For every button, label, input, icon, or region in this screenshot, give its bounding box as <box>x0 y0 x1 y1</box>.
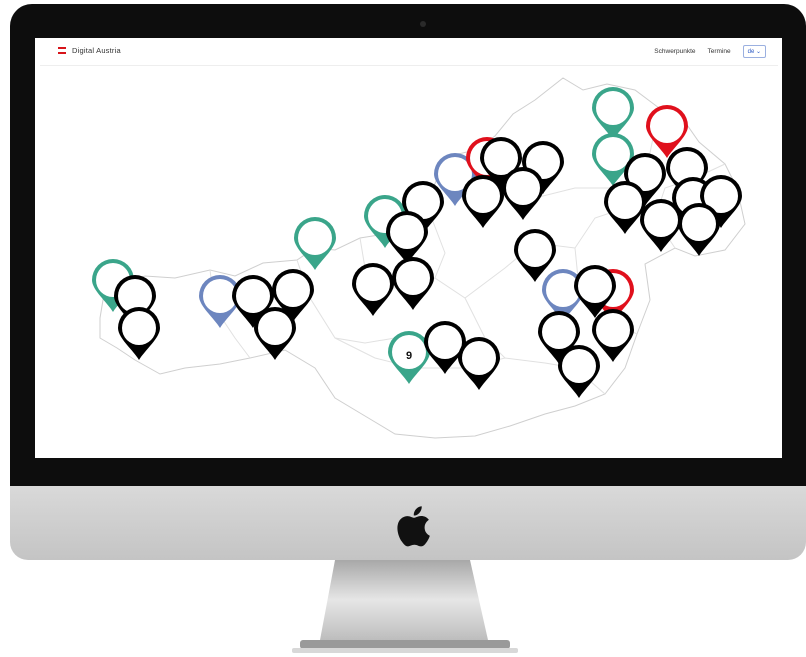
map-marker-center <box>506 171 540 205</box>
nav-links: Schwerpunkte Termine de ⌄ <box>654 45 766 58</box>
austria-map: 9 <box>92 77 746 439</box>
map-marker-center <box>562 349 596 383</box>
map-marker-center <box>390 215 424 249</box>
map-marker-center <box>298 221 332 255</box>
brand-name: Digital Austria <box>72 46 121 55</box>
map-marker-center <box>578 269 612 303</box>
map-marker-center <box>596 137 630 171</box>
map-marker-center <box>682 207 716 241</box>
map-marker-center <box>596 313 630 347</box>
site-navbar: Digital Austria Schwerpunkte Termine de … <box>40 41 778 66</box>
map-marker-center <box>396 261 430 295</box>
map-marker-center <box>462 341 496 375</box>
map-markers <box>92 87 742 398</box>
monitor-chin <box>10 486 806 560</box>
map-marker-center <box>518 233 552 267</box>
map-marker-center <box>596 91 630 125</box>
map-marker-center <box>466 179 500 213</box>
imac-frame: 9 Digital Austria Schwerpunkte Termine d… <box>0 0 806 657</box>
map-marker-center <box>650 109 684 143</box>
map-marker-center <box>276 273 310 307</box>
monitor-stand <box>292 560 518 653</box>
nav-link-termine[interactable]: Termine <box>708 48 731 55</box>
cluster-count: 9 <box>406 350 412 362</box>
map-marker-center <box>608 185 642 219</box>
map-marker-center <box>122 311 156 345</box>
austria-flag-icon <box>58 47 66 54</box>
apple-logo-icon <box>397 506 430 547</box>
nav-link-schwerpunkte[interactable]: Schwerpunkte <box>654 48 695 55</box>
map-marker-center <box>542 315 576 349</box>
map-marker-center <box>356 267 390 301</box>
map-marker-center <box>258 311 292 345</box>
brand-logo[interactable]: Digital Austria <box>58 46 121 55</box>
language-select[interactable]: de ⌄ <box>742 45 766 58</box>
camera-icon <box>420 21 426 27</box>
map-marker-center <box>428 325 462 359</box>
map-marker-center <box>236 279 270 313</box>
map-marker-center <box>644 203 678 237</box>
map-marker-center <box>203 279 237 313</box>
website-screen: 9 Digital Austria Schwerpunkte Termine d… <box>35 38 782 458</box>
